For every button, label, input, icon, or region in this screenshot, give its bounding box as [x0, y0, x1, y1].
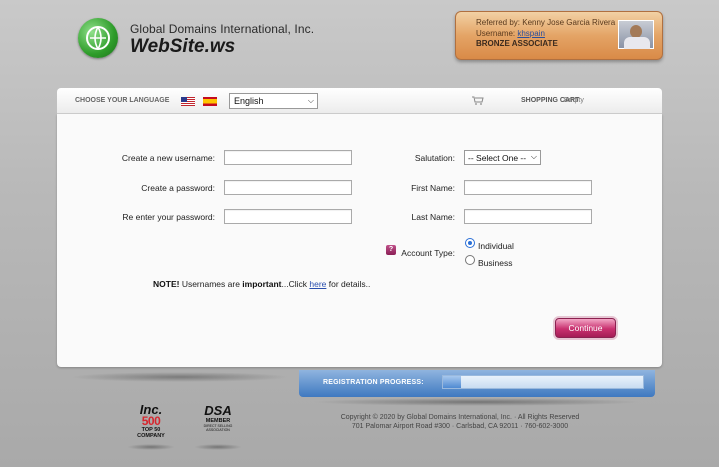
- progress-shadow: [312, 398, 642, 406]
- footer-copyright: Copyright © 2020 by Global Domains Inter…: [330, 413, 590, 431]
- username-label: Username:: [476, 29, 518, 38]
- username-input[interactable]: [224, 150, 352, 165]
- dsa-tiny: DIRECT SELLING ASSOCIATION: [203, 424, 233, 432]
- language-select[interactable]: English ⌵: [229, 93, 318, 109]
- reenter-password-label: Re enter your password:: [122, 212, 215, 222]
- address-line: 701 Palomar Airport Road #300 · Carlsbad…: [351, 423, 569, 430]
- referred-by-text: Referred by: Kenny Jose Garcia Rivera: [476, 18, 616, 27]
- language-label: CHOOSE YOUR LANGUAGE: [75, 97, 170, 104]
- progress-track: [442, 375, 644, 389]
- badge-shadow: [194, 444, 242, 450]
- first-name-input[interactable]: [464, 180, 592, 195]
- shopping-cart-icon[interactable]: [472, 96, 484, 105]
- note-emphasis: important: [242, 279, 282, 289]
- top-bar: CHOOSE YOUR LANGUAGE English ⌵ SHOPPING …: [57, 88, 662, 114]
- note-text-1: Usernames are: [179, 279, 243, 289]
- account-type-label: Account Type:: [401, 248, 455, 258]
- password-input[interactable]: [224, 180, 352, 195]
- note-text-3: for details..: [326, 279, 371, 289]
- inc-500-badge[interactable]: Inc. 500 TOP 50 COMPANY: [130, 403, 172, 444]
- continue-button[interactable]: Continue: [555, 318, 616, 338]
- referral-panel: Referred by: Kenny Jose Garcia Rivera Us…: [455, 11, 663, 60]
- registration-progress: REGISTRATION PROGRESS:: [299, 370, 655, 397]
- panel-shadow: [70, 372, 290, 382]
- language-selected-value: English: [234, 96, 264, 106]
- spain-flag-icon[interactable]: [203, 97, 217, 106]
- note-text-2: ...Click: [281, 279, 310, 289]
- reenter-password-input[interactable]: [224, 209, 352, 224]
- inc-number: 500: [141, 414, 161, 428]
- site-logo[interactable]: Global Domains International, Inc. WebSi…: [78, 18, 318, 62]
- inc-caption-2: COMPANY: [137, 433, 165, 439]
- username-field-label: Create a new username:: [121, 153, 215, 163]
- dsa-member-badge[interactable]: DSA MEMBER DIRECT SELLING ASSOCIATION: [200, 404, 236, 444]
- password-field-label: Create a password:: [141, 183, 215, 193]
- progress-label: REGISTRATION PROGRESS:: [323, 379, 424, 386]
- radio-business[interactable]: [465, 255, 475, 265]
- last-name-label: Last Name:: [411, 212, 455, 222]
- referrer-avatar: [618, 20, 654, 49]
- progress-fill: [443, 376, 461, 388]
- radio-individual[interactable]: [465, 238, 475, 248]
- referrer-username-link[interactable]: khspain: [517, 29, 545, 38]
- salutation-selected-value: -- Select One --: [468, 153, 527, 163]
- us-flag-icon[interactable]: [181, 97, 195, 106]
- username-note: NOTE! Usernames are important...Click he…: [153, 279, 370, 289]
- first-name-label: First Name:: [411, 183, 455, 193]
- referrer-rank: BRONZE ASSOCIATE: [476, 39, 558, 48]
- salutation-select[interactable]: -- Select One -- ⌵: [464, 150, 541, 165]
- badge-shadow: [127, 444, 175, 450]
- chevron-down-icon: ⌵: [307, 96, 314, 105]
- last-name-input[interactable]: [464, 209, 592, 224]
- radio-individual-label: Individual: [478, 241, 514, 251]
- radio-business-label: Business: [478, 258, 513, 268]
- chevron-down-icon: ⌵: [530, 152, 537, 161]
- registration-form: Create a new username: Create a password…: [57, 114, 662, 367]
- dsa-title: DSA: [204, 403, 232, 418]
- note-prefix: NOTE!: [153, 279, 180, 289]
- company-name: Global Domains International, Inc.: [130, 22, 315, 36]
- referral-username: Username: khspain: [476, 29, 545, 38]
- brand-name: WebSite.ws: [130, 36, 236, 57]
- details-link[interactable]: here: [309, 279, 326, 289]
- globe-logo-icon: [78, 18, 118, 58]
- cart-status: Empty: [564, 97, 584, 104]
- copyright-line: Copyright © 2020 by Global Domains Inter…: [340, 414, 580, 421]
- salutation-label: Salutation:: [414, 153, 455, 163]
